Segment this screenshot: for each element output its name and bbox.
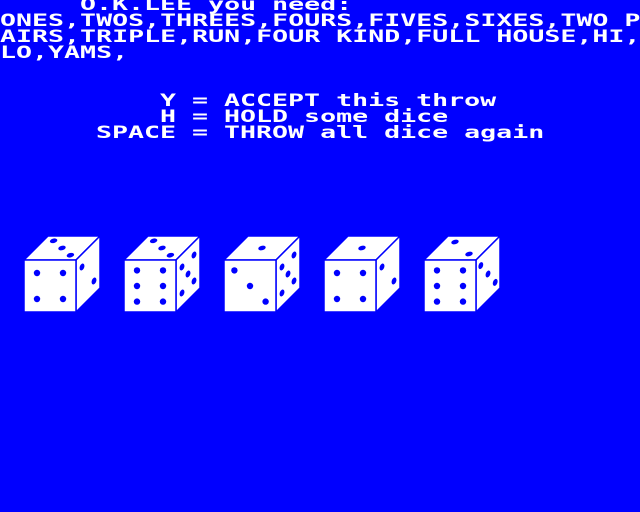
- die-front-face: [23, 259, 77, 313]
- die-pip: [459, 282, 467, 290]
- die-front-face: [423, 259, 477, 313]
- die-pip: [459, 298, 467, 305]
- die-pip: [433, 282, 441, 290]
- die-pip: [333, 295, 341, 303]
- die-pip: [133, 298, 141, 305]
- die-pip: [359, 269, 367, 277]
- die-pip: [33, 269, 41, 277]
- die-pip: [59, 269, 67, 277]
- die-pip: [159, 267, 167, 274]
- die-3[interactable]: [222, 234, 303, 315]
- die-pip: [246, 282, 254, 290]
- dice-row: [0, 0, 640, 512]
- die-front-face: [123, 259, 177, 313]
- die-pip: [159, 282, 167, 290]
- die-pip: [262, 298, 269, 305]
- die-pip: [231, 267, 238, 274]
- die-pip: [133, 282, 141, 290]
- die-pip: [359, 295, 367, 303]
- die-pip: [159, 298, 167, 305]
- die-4[interactable]: [322, 234, 403, 315]
- die-pip: [33, 295, 41, 303]
- die-pip: [433, 298, 441, 305]
- die-pip: [133, 267, 141, 274]
- die-pip: [59, 295, 67, 303]
- game-screen: O.K.LEE you need: ONES,TWOS,THREES,FOURS…: [0, 0, 640, 512]
- die-2[interactable]: [122, 234, 203, 315]
- die-pip: [333, 269, 341, 277]
- die-5[interactable]: [422, 234, 503, 315]
- die-front-face: [323, 259, 377, 313]
- die-1[interactable]: [22, 234, 103, 315]
- die-pip: [459, 267, 467, 274]
- die-pip: [433, 267, 441, 274]
